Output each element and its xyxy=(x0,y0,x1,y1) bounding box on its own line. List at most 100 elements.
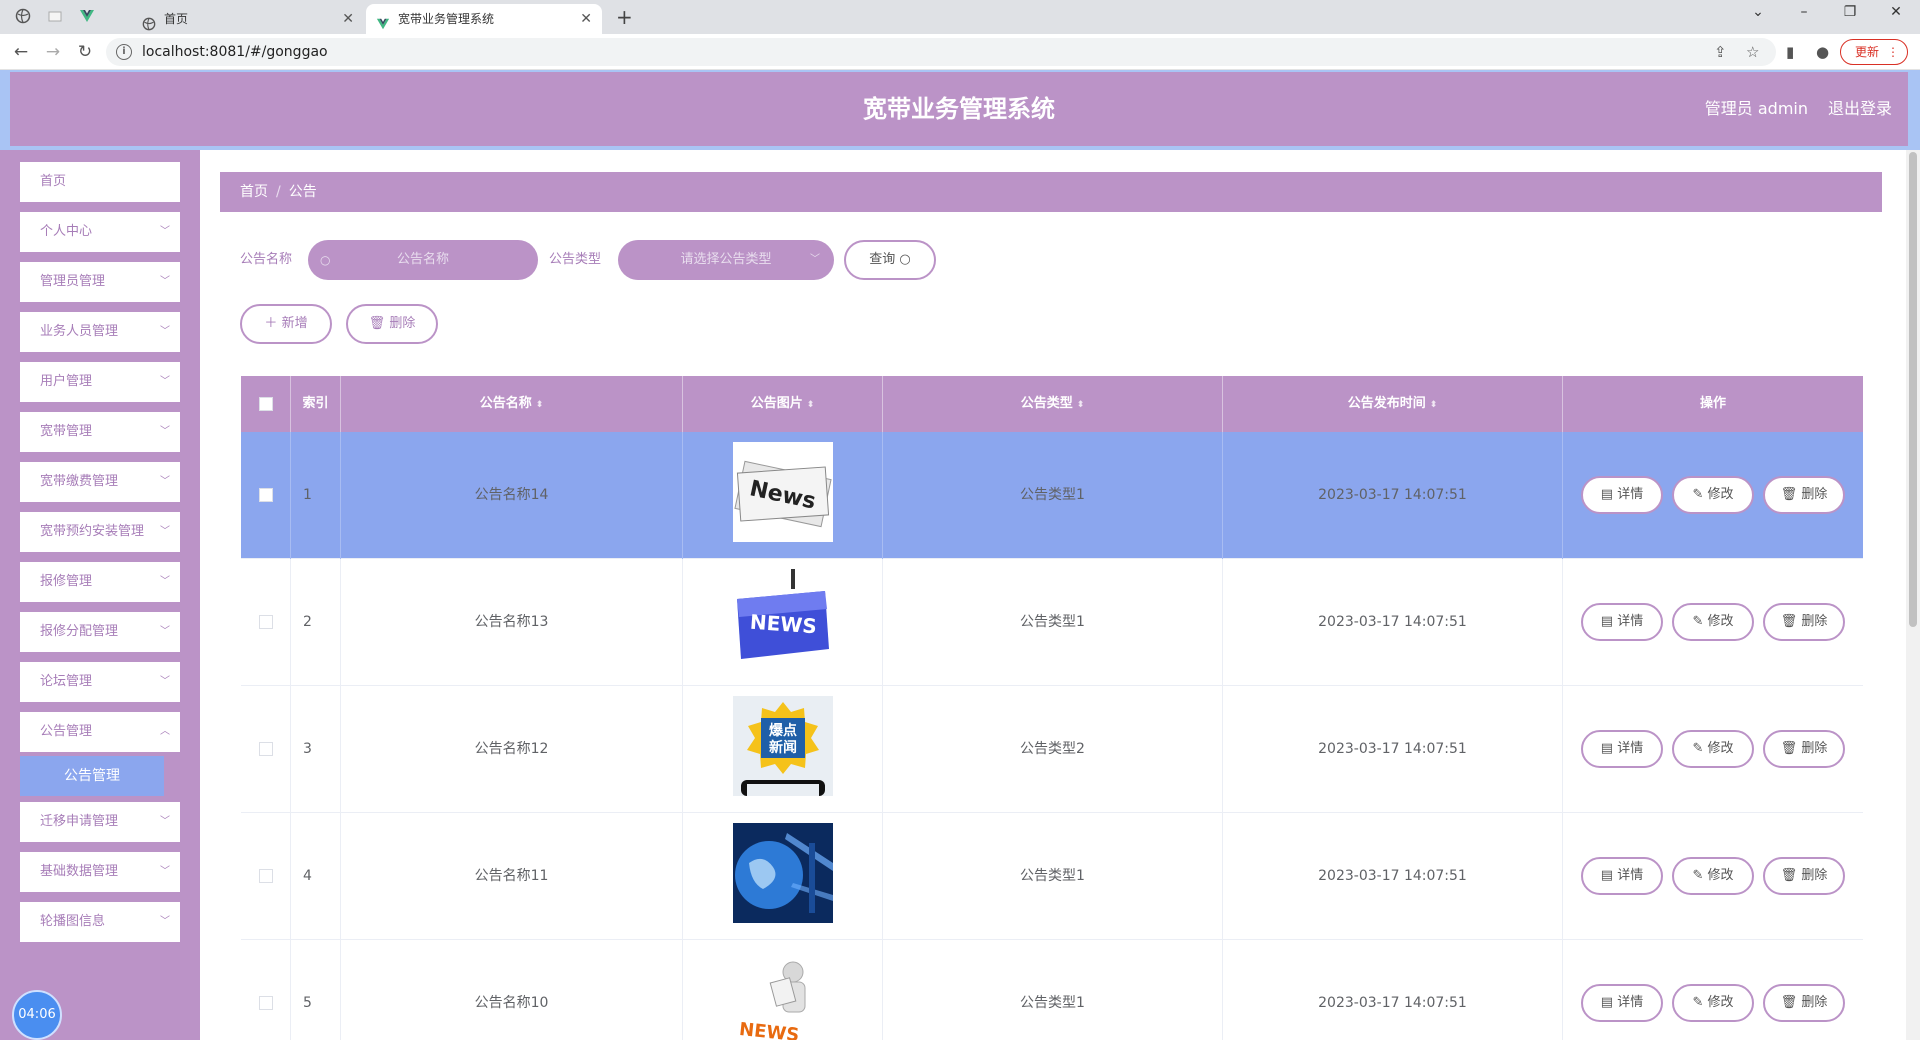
row-checkbox[interactable] xyxy=(258,742,273,756)
sort-icon[interactable]: ⬍ xyxy=(1077,400,1085,410)
edit-label: 修改 xyxy=(1707,487,1734,502)
breaking-news-badge-image[interactable]: 爆点 新闻 xyxy=(733,696,833,796)
news-newspaper-image[interactable]: News xyxy=(733,442,833,542)
row-checkbox[interactable] xyxy=(258,996,273,1010)
row-actions: ▤ 详情 ✎ 修改 🗑 删除 xyxy=(1563,813,1863,940)
sidebar-item-home[interactable]: 首页 xyxy=(20,162,180,202)
detail-button[interactable]: ▤ 详情 xyxy=(1581,476,1663,514)
news-blue-key-image[interactable]: NEWS xyxy=(733,569,833,669)
row-index: 2 xyxy=(291,559,341,686)
forward-icon[interactable]: → xyxy=(42,41,64,63)
delete-button[interactable]: 🗑 删除 xyxy=(1763,476,1845,514)
edit-button[interactable]: ✎ 修改 xyxy=(1672,730,1754,768)
name-search-input[interactable]: ○ 公告名称 xyxy=(308,240,538,280)
sort-icon[interactable]: ⬍ xyxy=(1430,400,1438,410)
news-figure-image[interactable]: NEWS xyxy=(733,950,833,1040)
delete-label: 删除 xyxy=(1801,614,1828,629)
table-row[interactable]: 4 公告名称11 公告类型1 2023-03-17 14:07:51 ▤ 详情 … xyxy=(241,813,1863,940)
url-field[interactable]: i localhost:8081/#/gonggao xyxy=(106,38,1776,66)
close-tab-icon[interactable]: ✕ xyxy=(580,4,592,34)
row-type: 公告类型1 xyxy=(883,432,1223,559)
globe-news-image[interactable] xyxy=(733,823,833,923)
sidebar-item-payment[interactable]: 宽带缴费管理 ﹀ xyxy=(20,462,180,502)
restore-icon[interactable]: ❐ xyxy=(1840,4,1860,20)
share-icon[interactable]: ⇪ xyxy=(1714,43,1727,61)
delete-button[interactable]: 🗑 删除 xyxy=(1763,984,1845,1022)
tab-home[interactable]: 首页 ✕ xyxy=(132,4,364,34)
blank-page-icon[interactable] xyxy=(46,8,64,26)
header-image[interactable]: 公告图片 ⬍ xyxy=(683,376,883,432)
detail-button[interactable]: ▤ 详情 xyxy=(1581,730,1663,768)
vue-logo-icon[interactable] xyxy=(78,8,96,26)
profile-icon[interactable]: ● xyxy=(1816,43,1829,61)
delete-button[interactable]: 🗑 删除 xyxy=(1763,603,1845,641)
sidebar-item-label: 用户管理 xyxy=(40,374,93,389)
sidebar-item-repair-assign[interactable]: 报修分配管理 ﹀ xyxy=(20,612,180,652)
row-checkbox[interactable] xyxy=(258,488,273,502)
row-image-cell xyxy=(683,813,883,940)
table-row[interactable]: 3 公告名称12 爆点 新闻 公告类型2 2023-03-17 14:07:51 xyxy=(241,686,1863,813)
sidebar-subitem-notice[interactable]: 公告管理 xyxy=(20,756,164,796)
close-tab-icon[interactable]: ✕ xyxy=(342,4,354,34)
row-checkbox[interactable] xyxy=(258,869,273,883)
sidebar-item-users[interactable]: 用户管理 ﹀ xyxy=(20,362,180,402)
update-button[interactable]: 更新 ⋮ xyxy=(1840,39,1908,65)
sidebar-item-notice[interactable]: 公告管理 ︿ xyxy=(20,712,180,752)
tab-system[interactable]: 宽带业务管理系统 ✕ xyxy=(366,4,602,34)
table-row[interactable]: 2 公告名称13 NEWS 公告类型1 2023-03-17 14:07:51 … xyxy=(241,559,1863,686)
batch-delete-button[interactable]: 🗑 删除 xyxy=(346,304,438,344)
sidebar-item-carousel[interactable]: 轮播图信息 ﹀ xyxy=(20,902,180,942)
edit-button[interactable]: ✎ 修改 xyxy=(1672,476,1754,514)
delete-button[interactable]: 🗑 删除 xyxy=(1763,857,1845,895)
sidebar-item-admin[interactable]: 管理员管理 ﹀ xyxy=(20,262,180,302)
header-type[interactable]: 公告类型 ⬍ xyxy=(883,376,1223,432)
sidebar-item-base-data[interactable]: 基础数据管理 ﹀ xyxy=(20,852,180,892)
detail-button[interactable]: ▤ 详情 xyxy=(1581,603,1663,641)
delete-button[interactable]: 🗑 删除 xyxy=(1763,730,1845,768)
edit-button[interactable]: ✎ 修改 xyxy=(1672,857,1754,895)
edit-button[interactable]: ✎ 修改 xyxy=(1672,984,1754,1022)
type-select[interactable]: 请选择公告类型 ﹀ xyxy=(618,240,834,280)
close-window-icon[interactable]: ✕ xyxy=(1886,4,1906,20)
logout-link[interactable]: 退出登录 xyxy=(1828,72,1892,146)
sidebar-item-staff[interactable]: 业务人员管理 ﹀ xyxy=(20,312,180,352)
select-all-checkbox[interactable] xyxy=(258,396,273,411)
globe-icon xyxy=(142,12,156,31)
sidebar-item-broadband[interactable]: 宽带管理 ﹀ xyxy=(20,412,180,452)
edit-button[interactable]: ✎ 修改 xyxy=(1672,603,1754,641)
header-name[interactable]: 公告名称 ⬍ xyxy=(341,376,683,432)
row-index: 3 xyxy=(291,686,341,813)
row-index: 1 xyxy=(291,432,341,559)
sidebar-item-personal-center[interactable]: 个人中心 ﹀ xyxy=(20,212,180,252)
search-icon: ○ xyxy=(899,252,911,267)
table-row[interactable]: 1 公告名称14 News 公告类型1 2023-03-17 14:07:51 … xyxy=(241,432,1863,559)
sidebar-item-migration[interactable]: 迁移申请管理 ﹀ xyxy=(20,802,180,842)
detail-button[interactable]: ▤ 详情 xyxy=(1581,857,1663,895)
new-tab-icon[interactable]: + xyxy=(616,5,633,29)
reload-icon[interactable]: ↻ xyxy=(74,41,96,63)
side-panel-icon[interactable]: ▮ xyxy=(1786,43,1794,61)
sort-icon[interactable]: ⬍ xyxy=(807,400,815,410)
sidebar-item-forum[interactable]: 论坛管理 ﹀ xyxy=(20,662,180,702)
system-title: 宽带业务管理系统 xyxy=(863,95,1055,123)
add-button[interactable]: ＋ 新增 xyxy=(240,304,332,344)
row-actions: ▤ 详情 ✎ 修改 🗑 删除 xyxy=(1563,940,1863,1040)
table-row[interactable]: 5 公告名称10 NEWS 公告类型1 2023-03-17 14:07:51 … xyxy=(241,940,1863,1040)
star-icon[interactable]: ☆ xyxy=(1746,43,1759,61)
breadcrumb-home[interactable]: 首页 xyxy=(240,184,268,200)
back-icon[interactable]: ← xyxy=(10,41,32,63)
globe-icon[interactable] xyxy=(14,8,32,26)
sort-icon[interactable]: ⬍ xyxy=(536,400,544,410)
tab-search-icon[interactable]: ⌄ xyxy=(1748,4,1768,20)
sidebar-item-install[interactable]: 宽带预约安装管理 ﹀ xyxy=(20,512,180,552)
info-icon[interactable]: i xyxy=(116,44,132,60)
query-button[interactable]: 查询 ○ xyxy=(844,240,936,280)
row-time: 2023-03-17 14:07:51 xyxy=(1223,940,1563,1040)
sidebar-item-repair[interactable]: 报修管理 ﹀ xyxy=(20,562,180,602)
detail-button[interactable]: ▤ 详情 xyxy=(1581,984,1663,1022)
scrollbar-thumb[interactable] xyxy=(1909,152,1917,627)
row-checkbox[interactable] xyxy=(258,615,273,629)
header-time[interactable]: 公告发布时间 ⬍ xyxy=(1223,376,1563,432)
vertical-scrollbar[interactable] xyxy=(1906,150,1920,1040)
minimize-icon[interactable]: – xyxy=(1794,4,1814,20)
